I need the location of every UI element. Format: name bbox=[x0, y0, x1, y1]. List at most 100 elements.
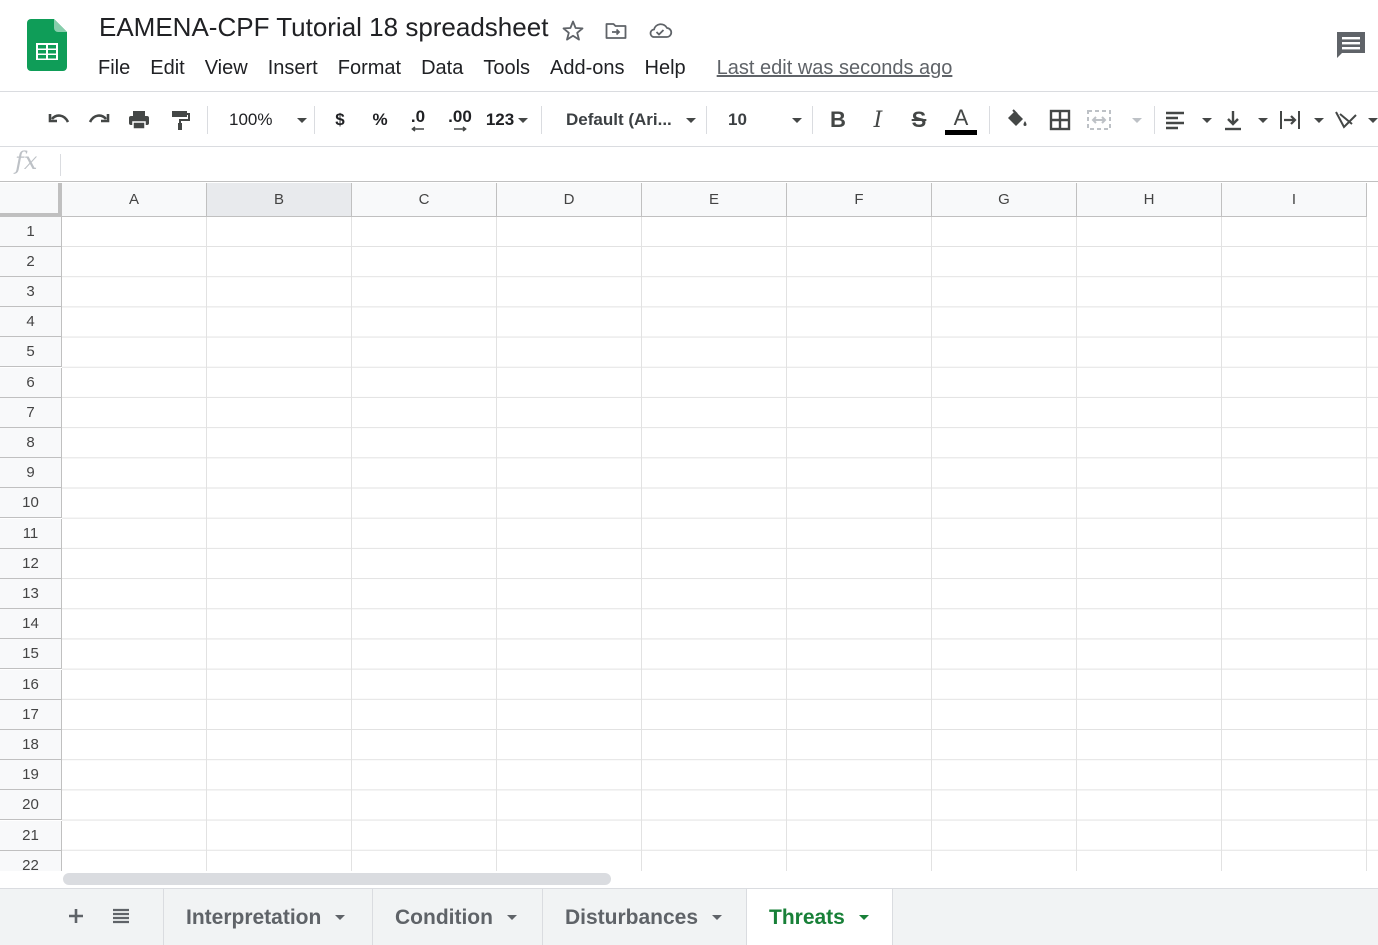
text-rotation-button[interactable] bbox=[1334, 102, 1378, 138]
star-icon[interactable] bbox=[560, 18, 586, 44]
arrow-right-icon bbox=[454, 126, 467, 132]
italic-button[interactable]: I bbox=[864, 102, 892, 138]
horizontal-align-button[interactable] bbox=[1164, 102, 1212, 138]
column-header-d[interactable]: D bbox=[497, 183, 642, 217]
text-color-button[interactable]: A bbox=[944, 102, 978, 138]
row-header-7[interactable]: 7 bbox=[0, 398, 62, 428]
chevron-down-icon[interactable] bbox=[712, 915, 723, 920]
borders-icon[interactable] bbox=[1043, 102, 1077, 138]
column-header-a[interactable]: A bbox=[62, 183, 207, 217]
all-sheets-icon[interactable] bbox=[106, 901, 136, 931]
horizontal-scrollbar[interactable] bbox=[0, 871, 1378, 888]
select-all-corner[interactable] bbox=[0, 183, 62, 217]
formula-bar: fx bbox=[0, 147, 1378, 182]
menu-file[interactable]: File bbox=[88, 57, 140, 80]
sheet-tab-disturbances[interactable]: Disturbances bbox=[542, 889, 746, 945]
increase-decimal-button[interactable]: .00 bbox=[442, 102, 478, 138]
row-header-2[interactable]: 2 bbox=[0, 247, 62, 277]
italic-label: I bbox=[873, 107, 883, 133]
column-header-h[interactable]: H bbox=[1077, 183, 1222, 217]
chevron-down-icon bbox=[686, 117, 696, 123]
cloud-saved-icon[interactable] bbox=[647, 18, 673, 44]
row-header-19[interactable]: 19 bbox=[0, 760, 62, 790]
text-wrapping-button[interactable] bbox=[1278, 102, 1324, 138]
row-header-21[interactable]: 21 bbox=[0, 821, 62, 851]
menu-edit[interactable]: Edit bbox=[140, 57, 194, 80]
chevron-down-icon[interactable] bbox=[506, 915, 517, 920]
currency-format-button[interactable]: $ bbox=[326, 102, 354, 138]
row-header-18[interactable]: 18 bbox=[0, 730, 62, 760]
cell-area[interactable] bbox=[62, 217, 1378, 871]
menu-data[interactable]: Data bbox=[411, 57, 473, 80]
row-header-8[interactable]: 8 bbox=[0, 428, 62, 458]
paint-format-icon[interactable] bbox=[163, 102, 197, 138]
column-header-e[interactable]: E bbox=[642, 183, 787, 217]
row-header-10[interactable]: 10 bbox=[0, 488, 62, 518]
chevron-down-icon bbox=[1368, 117, 1378, 123]
row-header-1[interactable]: 1 bbox=[0, 217, 62, 247]
row-header-5[interactable]: 5 bbox=[0, 337, 62, 367]
toolbar: 100% $ % .0 .00 123 Default (Ari... 10 B… bbox=[0, 91, 1378, 147]
formula-input[interactable] bbox=[70, 147, 1378, 181]
row-header-20[interactable]: 20 bbox=[0, 790, 62, 820]
column-header-b[interactable]: B bbox=[207, 183, 352, 217]
percent-label: % bbox=[372, 110, 388, 129]
add-sheet-icon[interactable] bbox=[61, 901, 91, 931]
vertical-align-button[interactable] bbox=[1222, 102, 1268, 138]
scrollbar-thumb[interactable] bbox=[63, 873, 611, 885]
menu-add-ons[interactable]: Add-ons bbox=[540, 57, 635, 80]
row-header-15[interactable]: 15 bbox=[0, 639, 62, 669]
strikethrough-button[interactable]: S bbox=[904, 102, 934, 138]
sheet-tab-interpretation[interactable]: Interpretation bbox=[163, 889, 372, 945]
row-header-22[interactable]: 22 bbox=[0, 851, 62, 871]
last-edit-link[interactable]: Last edit was seconds ago bbox=[717, 57, 953, 80]
column-header-g[interactable]: G bbox=[932, 183, 1077, 217]
spreadsheet-grid[interactable]: A B C D E F G H I 1 2 3 4 5 6 7 8 9 10 1… bbox=[0, 183, 1378, 871]
row-header-9[interactable]: 9 bbox=[0, 458, 62, 488]
zoom-select[interactable]: 100% bbox=[219, 102, 307, 138]
row-header-12[interactable]: 12 bbox=[0, 549, 62, 579]
menu-format[interactable]: Format bbox=[328, 57, 411, 80]
comment-history-icon[interactable] bbox=[1334, 28, 1368, 62]
row-header-14[interactable]: 14 bbox=[0, 609, 62, 639]
sheet-tab-condition[interactable]: Condition bbox=[372, 889, 542, 945]
text-color-letter: A bbox=[953, 104, 969, 130]
print-icon[interactable] bbox=[122, 102, 156, 138]
column-header-i[interactable]: I bbox=[1222, 183, 1367, 217]
row-header-3[interactable]: 3 bbox=[0, 277, 62, 307]
row-header-6[interactable]: 6 bbox=[0, 368, 62, 398]
row-header-16[interactable]: 16 bbox=[0, 670, 62, 700]
menu-bar: File Edit View Insert Format Data Tools … bbox=[88, 53, 952, 83]
menu-insert[interactable]: Insert bbox=[258, 57, 328, 80]
font-size-select[interactable]: 10 bbox=[718, 102, 802, 138]
column-header-c[interactable]: C bbox=[352, 183, 497, 217]
menu-tools[interactable]: Tools bbox=[473, 57, 540, 80]
undo-icon[interactable] bbox=[42, 102, 76, 138]
menu-view[interactable]: View bbox=[195, 57, 258, 80]
app-header: EAMENA-CPF Tutorial 18 spreadsheet File … bbox=[0, 0, 1378, 91]
row-header-4[interactable]: 4 bbox=[0, 307, 62, 337]
percent-format-button[interactable]: % bbox=[366, 102, 394, 138]
chevron-down-icon[interactable] bbox=[858, 915, 869, 920]
fill-color-icon[interactable] bbox=[1000, 102, 1034, 138]
currency-label: $ bbox=[335, 110, 345, 129]
more-formats-button[interactable]: 123 bbox=[482, 102, 532, 138]
redo-icon[interactable] bbox=[82, 102, 116, 138]
menu-help[interactable]: Help bbox=[635, 57, 696, 80]
decrease-decimal-button[interactable]: .0 bbox=[402, 102, 434, 138]
sheets-logo-icon[interactable] bbox=[27, 19, 67, 71]
chevron-down-icon bbox=[1132, 117, 1142, 123]
row-header-13[interactable]: 13 bbox=[0, 579, 62, 609]
bold-button[interactable]: B bbox=[824, 102, 852, 138]
bold-label: B bbox=[830, 107, 846, 132]
row-header-11[interactable]: 11 bbox=[0, 519, 62, 549]
font-family-select[interactable]: Default (Ari... bbox=[556, 102, 696, 138]
sheet-tab-threats[interactable]: Threats bbox=[746, 889, 893, 945]
merge-cells-button[interactable] bbox=[1086, 102, 1142, 138]
row-header-17[interactable]: 17 bbox=[0, 700, 62, 730]
document-title[interactable]: EAMENA-CPF Tutorial 18 spreadsheet bbox=[99, 12, 548, 43]
column-header-f[interactable]: F bbox=[787, 183, 932, 217]
chevron-down-icon[interactable] bbox=[335, 915, 346, 920]
align-bottom-icon bbox=[1225, 111, 1241, 131]
move-folder-icon[interactable] bbox=[603, 18, 629, 44]
